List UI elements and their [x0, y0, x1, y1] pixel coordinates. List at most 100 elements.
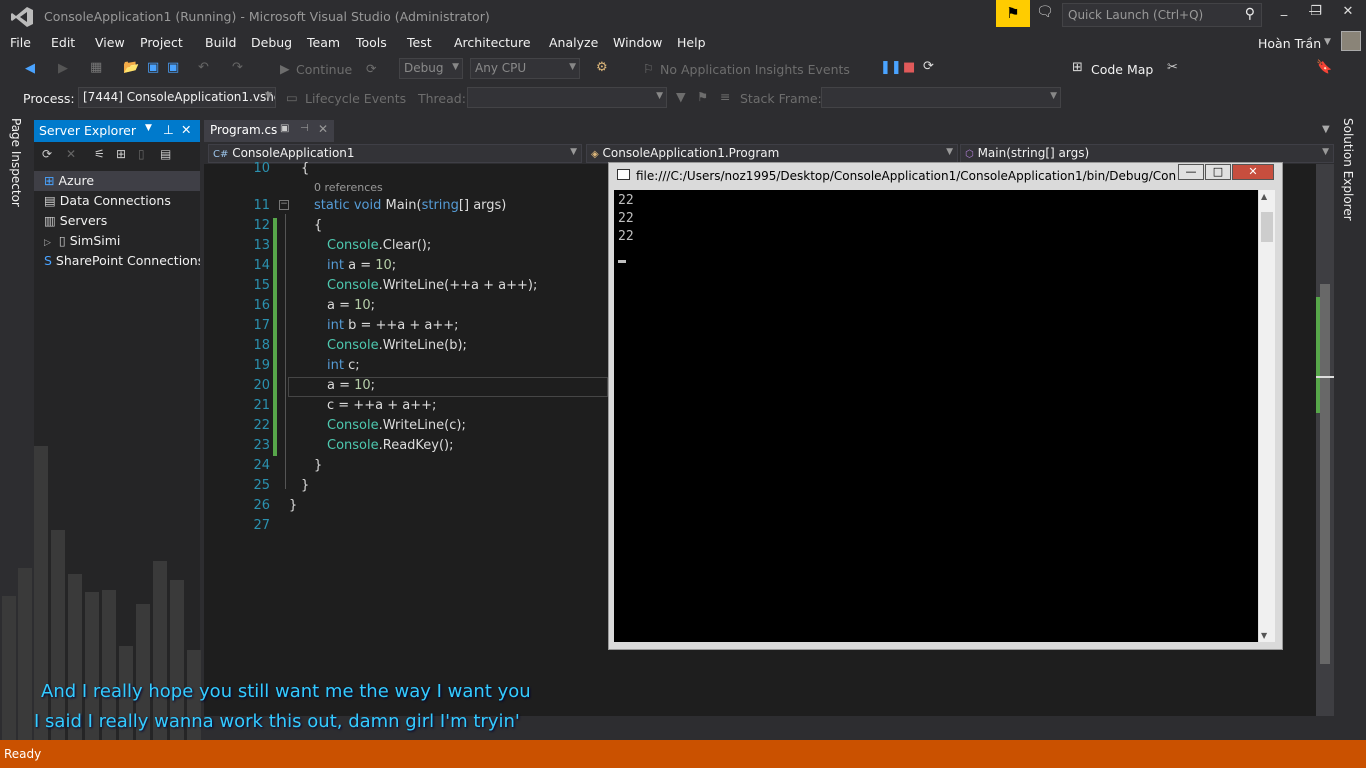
menu-build[interactable]: Build — [205, 35, 236, 50]
code-token: ; — [370, 378, 376, 393]
console-maximize-button[interactable]: □ — [1205, 164, 1231, 180]
thread-select[interactable]: ▼ — [467, 87, 667, 108]
connect-azure-icon[interactable]: ⚟ — [94, 147, 105, 161]
user-name[interactable]: Hoàn Trần — [1258, 36, 1321, 51]
flag-threads-icon[interactable]: ⚑ — [697, 89, 708, 104]
insights-icon: ⚐ — [643, 61, 655, 76]
solution-configuration-select[interactable]: Debug ▼ — [399, 58, 463, 79]
menu-debug[interactable]: Debug — [251, 35, 292, 50]
save-all-icon[interactable]: ▣ — [167, 60, 179, 75]
scroll-thumb[interactable] — [1320, 284, 1330, 664]
tree-item-servers[interactable]: ▥ Servers — [34, 211, 200, 231]
refresh-icon[interactable]: ⟳ — [42, 147, 52, 161]
console-scrollbar[interactable]: ▲ ▼ — [1258, 190, 1275, 642]
solution-platform-select[interactable]: Any CPU ▼ — [470, 58, 580, 79]
forward-icon[interactable]: ▶ — [58, 61, 68, 76]
code-token: 10 — [375, 258, 392, 273]
code-token: c = ++a + a++; — [327, 398, 437, 413]
bookmark-icon[interactable]: 🔖 — [1316, 60, 1332, 75]
menu-architecture[interactable]: Architecture — [454, 35, 531, 50]
pin-tab-icon[interactable]: ⊣ — [300, 123, 309, 134]
thread-label: Thread: — [418, 91, 466, 106]
lifecycle-events-button[interactable]: Lifecycle Events — [305, 91, 406, 106]
console-scroll-thumb[interactable] — [1261, 212, 1273, 242]
back-icon[interactable]: ◀ — [25, 61, 35, 76]
open-file-icon[interactable]: 📂 — [123, 60, 139, 75]
codelens-references[interactable]: 0 references — [314, 181, 383, 194]
editor-vertical-scrollbar[interactable] — [1316, 164, 1334, 716]
code-map-button[interactable]: Code Map — [1091, 62, 1153, 77]
user-dropdown-icon[interactable]: ▼ — [1324, 37, 1331, 47]
tree-item-sharepoint[interactable]: S SharePoint Connections — [34, 251, 200, 271]
attach-icon[interactable]: ⚙ — [596, 60, 608, 75]
connect-server-icon[interactable]: ▯ — [138, 147, 145, 161]
tree-item-simsimi[interactable]: ▷ ▯ SimSimi — [34, 231, 200, 251]
menu-tools[interactable]: Tools — [356, 35, 387, 50]
menu-help[interactable]: Help — [677, 35, 706, 50]
pin-icon[interactable]: ⊥ — [163, 122, 174, 137]
insights-button[interactable]: No Application Insights Events — [660, 62, 850, 77]
connect-sharepoint-icon[interactable]: ▤ — [160, 147, 171, 161]
close-window-button[interactable]: ✕ — [1334, 4, 1362, 24]
code-token: ; — [391, 258, 397, 273]
menu-test[interactable]: Test — [407, 35, 432, 50]
continue-icon[interactable]: ▶ — [280, 61, 290, 76]
class-value: ConsoleApplication1.Program — [602, 146, 780, 160]
process-select[interactable]: [7444] ConsoleApplication1.vshc ▼ — [78, 87, 276, 108]
menu-edit[interactable]: Edit — [51, 35, 75, 50]
console-minimize-button[interactable]: — — [1178, 164, 1204, 180]
menu-file[interactable]: File — [10, 35, 31, 50]
line-number: 27 — [253, 518, 270, 533]
page-inspector-tab[interactable]: Page Inspector — [9, 118, 23, 207]
filter-icon[interactable]: ▼ — [676, 89, 686, 104]
code-token: .ReadKey(); — [378, 438, 454, 453]
console-app-icon — [617, 169, 630, 180]
menu-view[interactable]: View — [95, 35, 125, 50]
restart-debug-icon[interactable]: ⟳ — [923, 59, 934, 74]
feedback-icon[interactable]: 🗨 — [1036, 4, 1054, 20]
menu-window[interactable]: Window — [613, 35, 662, 50]
stop-refresh-icon[interactable]: ✕ — [66, 147, 76, 161]
code-token: { — [301, 161, 310, 176]
code-line: int c; — [327, 358, 360, 373]
restore-button[interactable]: ❐ — [1302, 4, 1330, 24]
restart-icon[interactable]: ⟳ — [366, 61, 376, 76]
solution-explorer-tab[interactable]: Solution Explorer — [1341, 118, 1355, 221]
redo-icon[interactable]: ↷ — [232, 60, 243, 75]
scroll-down-icon[interactable]: ▼ — [1261, 631, 1267, 640]
pause-icon[interactable]: ❚❚ — [880, 60, 902, 75]
notifications-flag-icon[interactable]: ⚑ — [996, 0, 1030, 27]
minimize-window-button[interactable]: _ — [1270, 2, 1298, 22]
console-output-line: 22 — [618, 211, 634, 226]
line-number: 25 — [253, 478, 270, 493]
panel-menu-icon[interactable]: ▼ — [145, 123, 152, 133]
stop-icon[interactable]: ■ — [903, 60, 915, 75]
connect-database-icon[interactable]: ⊞ — [116, 147, 126, 161]
code-token: .Clear(); — [378, 238, 432, 253]
close-panel-icon[interactable]: ✕ — [181, 122, 191, 137]
console-close-button[interactable]: ✕ — [1232, 164, 1274, 180]
expand-icon[interactable]: ▷ — [44, 238, 51, 248]
member-dropdown[interactable]: ⬡ Main(string[] args) ▼ — [960, 144, 1334, 163]
server-explorer-title: Server Explorer — [39, 123, 137, 138]
menu-team[interactable]: Team — [307, 35, 340, 50]
menu-analyze[interactable]: Analyze — [549, 35, 598, 50]
stack-frame-select[interactable]: ▼ — [821, 87, 1061, 108]
collapse-icon[interactable]: − — [279, 200, 289, 210]
tree-item-azure[interactable]: ⊞ Azure — [34, 171, 200, 191]
save-icon[interactable]: ▣ — [147, 60, 159, 75]
console-output[interactable]: 22 22 22 — [614, 190, 1258, 642]
close-tab-icon[interactable]: ✕ — [318, 122, 328, 136]
tab-program-cs[interactable]: Program.cs ▣ ⊣ ✕ — [204, 120, 334, 142]
tree-item-data-connections[interactable]: ▤ Data Connections — [34, 191, 200, 211]
avatar[interactable] — [1341, 31, 1361, 51]
undo-icon[interactable]: ↶ — [198, 60, 209, 75]
menu-project[interactable]: Project — [140, 35, 183, 50]
scroll-up-icon[interactable]: ▲ — [1261, 192, 1267, 201]
class-dropdown[interactable]: ◈ ConsoleApplication1.Program ▼ — [586, 144, 958, 163]
new-project-icon[interactable]: ▦ — [90, 60, 102, 75]
quick-launch-input[interactable]: Quick Launch (Ctrl+Q) ⚲ — [1062, 3, 1262, 27]
continue-button[interactable]: Continue — [296, 62, 352, 77]
tools-icon[interactable]: ✂ — [1167, 60, 1178, 75]
tab-overflow-icon[interactable]: ▼ — [1322, 124, 1330, 135]
